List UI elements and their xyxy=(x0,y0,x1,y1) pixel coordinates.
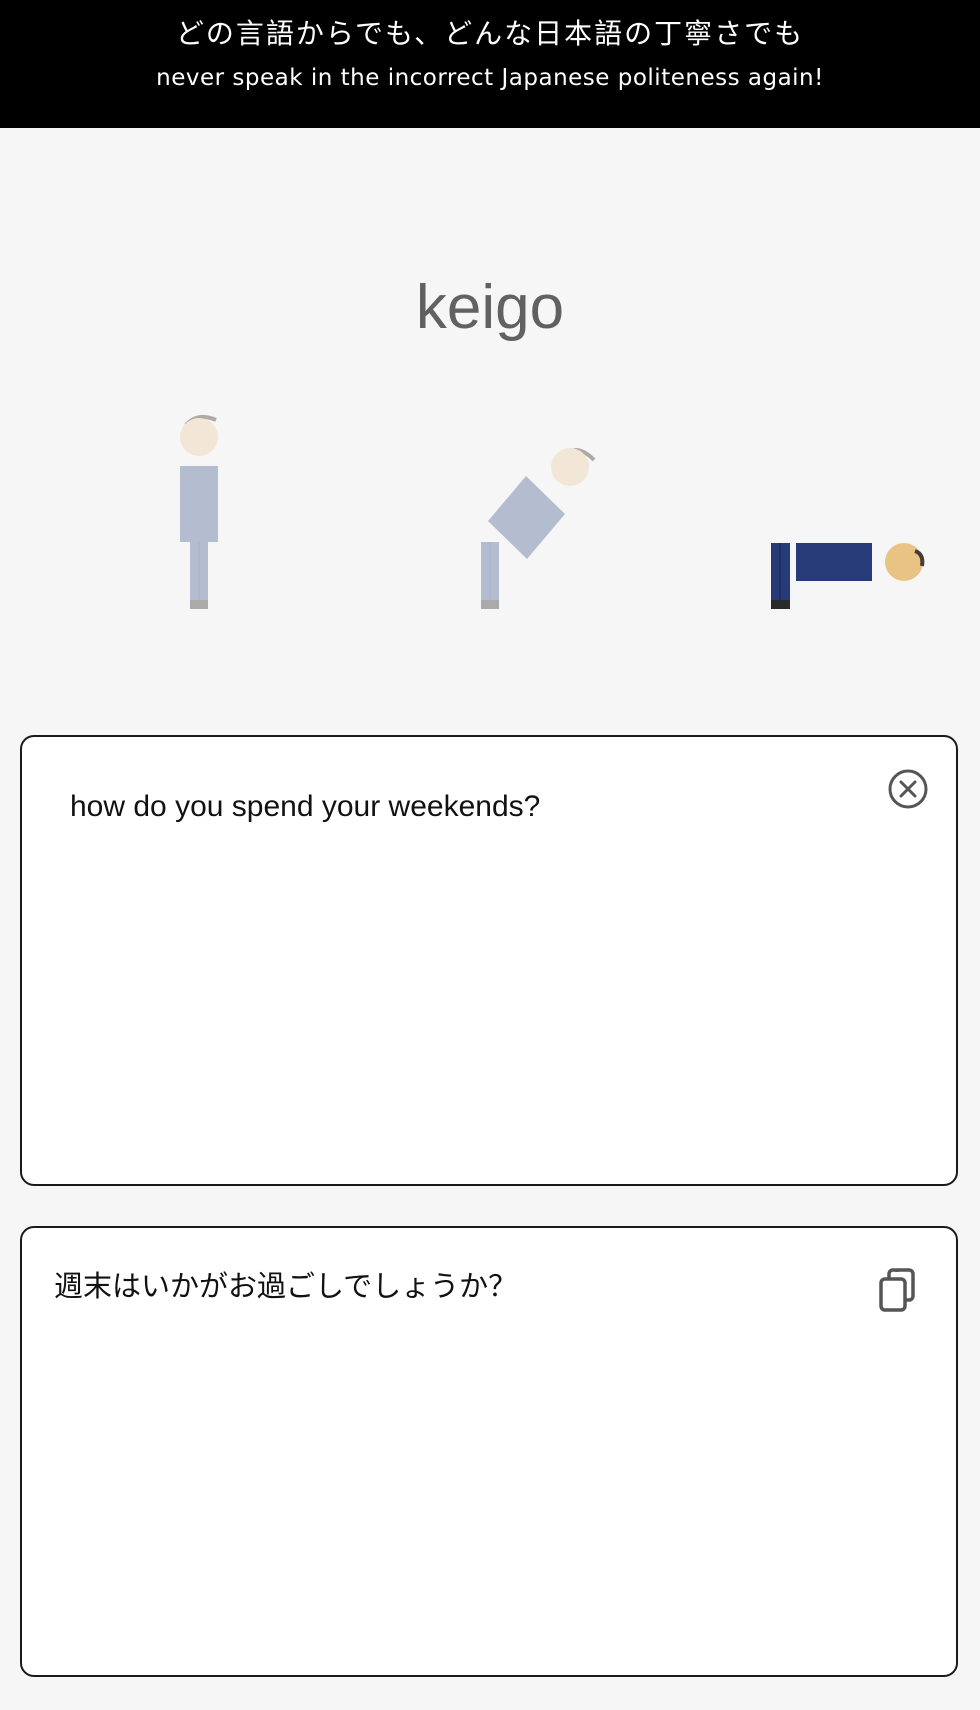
close-circle-icon xyxy=(888,769,928,809)
source-input-panel[interactable]: how do you spend your weekends? xyxy=(20,735,958,1186)
source-text-input[interactable]: how do you spend your weekends? xyxy=(70,787,836,827)
app-title: keigo xyxy=(415,273,565,342)
torso xyxy=(180,466,218,542)
shoes xyxy=(190,600,208,609)
torso xyxy=(796,543,872,581)
shoes xyxy=(771,600,790,609)
translation-output-panel: 週末はいかがお過ごしでしょうか？ xyxy=(20,1226,958,1677)
torso xyxy=(488,476,565,559)
translated-text: 週末はいかがお過ごしでしょうか？ xyxy=(54,1269,518,1303)
bow-figure-standing[interactable] xyxy=(180,414,218,609)
politeness-selector xyxy=(180,414,925,609)
head xyxy=(885,543,923,581)
tagline-english: never speak in the incorrect Japanese po… xyxy=(156,65,824,91)
head xyxy=(551,448,589,486)
copy-icon xyxy=(879,1268,915,1312)
shoes xyxy=(481,600,499,609)
bow-figure-deep-bow[interactable] xyxy=(771,543,925,609)
head xyxy=(180,418,218,456)
bow-figure-leaning[interactable] xyxy=(481,448,596,609)
copy-button[interactable] xyxy=(874,1266,922,1314)
header-banner: どの言語からでも、どんな日本語の丁寧さでも never speak in the… xyxy=(0,0,980,128)
clear-button[interactable] xyxy=(884,765,932,813)
tagline-japanese: どの言語からでも、どんな日本語の丁寧さでも xyxy=(175,17,805,50)
